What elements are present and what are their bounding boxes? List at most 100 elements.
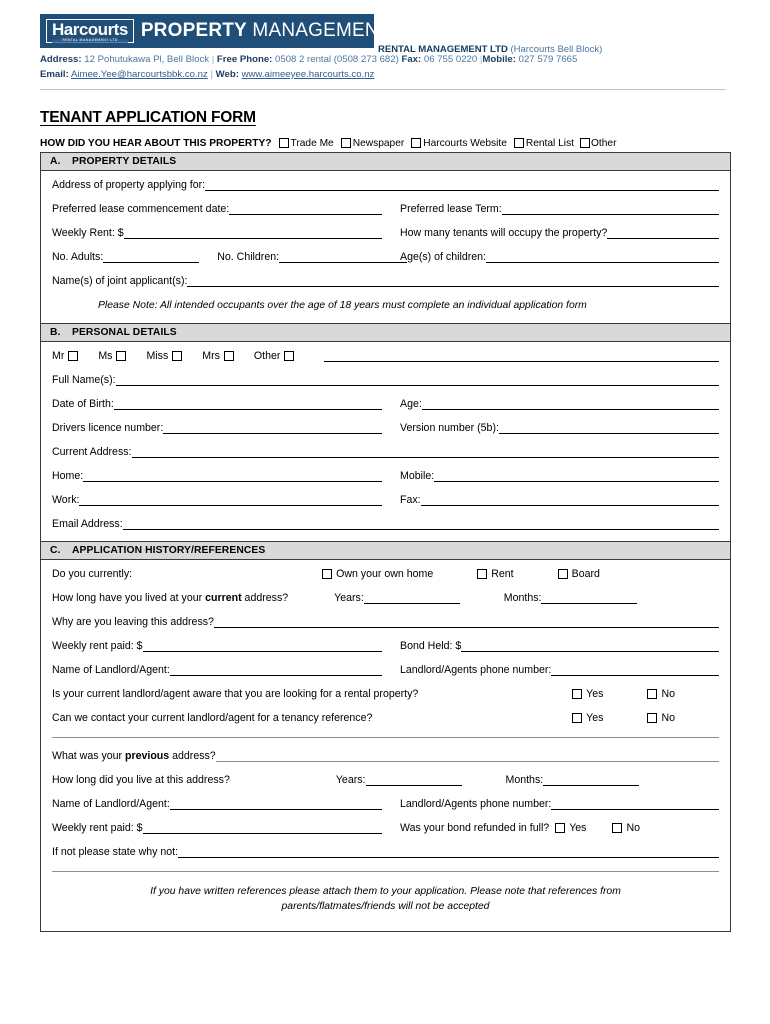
section-title: PROPERTY DETAILS: [72, 155, 177, 167]
hear-option-rental-list[interactable]: Rental List: [507, 138, 574, 149]
bond-refunded-yes[interactable]: Yes: [555, 822, 586, 834]
field-current-address: Current Address:: [52, 446, 719, 458]
landlord-contact-yes[interactable]: Yes: [572, 712, 603, 724]
field-full-name: Full Name(s):: [52, 374, 719, 386]
weekly-rent-paid-previous-input[interactable]: [142, 822, 382, 834]
tenure-rent[interactable]: Rent: [477, 568, 514, 580]
hear-option-label: Trade Me: [290, 137, 334, 149]
checkbox-icon[interactable]: [612, 822, 623, 833]
salutation-miss[interactable]: Miss: [146, 350, 183, 362]
checkbox-icon[interactable]: [68, 350, 79, 361]
checkbox-icon[interactable]: [411, 138, 422, 149]
hear-option-other[interactable]: Other: [574, 138, 616, 149]
field-label: Home:: [52, 469, 84, 482]
row-current-tenure: Do you currently: Own your own home Rent…: [52, 568, 719, 580]
age-input[interactable]: [421, 398, 719, 410]
salutation-label: Mr: [52, 349, 65, 362]
landlord-aware-yes[interactable]: Yes: [572, 688, 603, 700]
checkbox-icon[interactable]: [647, 712, 658, 723]
landlord-aware-no[interactable]: No: [647, 688, 675, 700]
contact-details: Address: 12 Pohutukawa Pl, Bell Block | …: [40, 53, 738, 83]
fax-value: 06 755 0220: [423, 54, 478, 65]
previous-address-input[interactable]: [215, 750, 719, 762]
checkbox-icon[interactable]: [557, 568, 568, 579]
current-address-input[interactable]: [131, 446, 719, 458]
home-phone-input[interactable]: [83, 470, 382, 482]
checkbox-icon[interactable]: [223, 350, 234, 361]
checkbox-icon[interactable]: [580, 138, 590, 149]
section-c-body: Do you currently: Own your own home Rent…: [41, 560, 730, 931]
tenure-own[interactable]: Own your own home: [322, 568, 433, 580]
checkbox-icon[interactable]: [572, 712, 583, 723]
email-link[interactable]: Aimee.Yee@harcourtsbbk.co.nz: [71, 69, 208, 80]
checkbox-icon[interactable]: [116, 350, 127, 361]
bond-held-input[interactable]: [461, 640, 719, 652]
bond-refunded-no[interactable]: No: [612, 822, 640, 834]
hear-option-label: Other: [591, 137, 617, 149]
landlord-phone-current-input[interactable]: [551, 664, 719, 676]
salutation-other-input[interactable]: [324, 350, 719, 362]
children-ages-input[interactable]: [485, 251, 719, 263]
free-phone-value: 0508 2 rental (0508 273 682): [275, 54, 399, 65]
letterhead: Harcourts RENTAL MANAGEMENT LTD PROPERTY…: [0, 0, 770, 90]
row-salutation: Mr Ms Miss Mrs Other: [52, 350, 719, 362]
joint-applicants-input[interactable]: [187, 275, 719, 287]
field-label: Fax:: [400, 493, 421, 506]
tenure-board[interactable]: Board: [557, 568, 600, 580]
salutation-other[interactable]: Other: [254, 350, 295, 362]
field-label: Weekly Rent: $: [52, 226, 124, 239]
checkbox-icon[interactable]: [284, 350, 295, 361]
adults-input[interactable]: [103, 251, 200, 263]
checkbox-icon[interactable]: [477, 568, 488, 579]
mobile-phone-input[interactable]: [434, 470, 719, 482]
checkbox-icon[interactable]: [572, 688, 583, 699]
checkbox-icon[interactable]: [513, 138, 524, 149]
row-rent-tenants: Weekly Rent: $ How many tenants will occ…: [52, 227, 719, 239]
full-name-input[interactable]: [115, 374, 719, 386]
checkbox-icon[interactable]: [278, 138, 289, 149]
children-input[interactable]: [279, 251, 408, 263]
dob-input[interactable]: [113, 398, 382, 410]
hear-option-newspaper[interactable]: Newspaper: [334, 138, 404, 149]
lease-term-input[interactable]: [501, 203, 719, 215]
tenant-count-input[interactable]: [607, 227, 719, 239]
checkbox-icon[interactable]: [172, 350, 183, 361]
option-label: No: [661, 687, 675, 700]
salutation-mrs[interactable]: Mrs: [202, 350, 234, 362]
checkbox-icon[interactable]: [555, 822, 566, 833]
field-label: Weekly rent paid: $: [52, 821, 143, 834]
previous-years-input[interactable]: [365, 774, 462, 786]
email-address-input[interactable]: [122, 518, 719, 530]
version-number-input[interactable]: [498, 422, 719, 434]
lease-commencement-input[interactable]: [229, 203, 382, 215]
salutation-mr[interactable]: Mr: [52, 349, 79, 362]
work-phone-input[interactable]: [79, 494, 382, 506]
hear-option-trade-me[interactable]: Trade Me: [272, 138, 334, 149]
checkbox-icon[interactable]: [647, 688, 658, 699]
landlord-phone-previous-input[interactable]: [551, 798, 719, 810]
checkbox-icon[interactable]: [322, 568, 333, 579]
row-occupants: No. Adults: No. Children: Age(s) of chil…: [52, 251, 719, 263]
hear-option-harcourts-website[interactable]: Harcourts Website: [404, 138, 507, 149]
drivers-licence-input[interactable]: [163, 422, 382, 434]
landlord-name-current-input[interactable]: [169, 664, 382, 676]
weekly-rent-input[interactable]: [123, 227, 382, 239]
why-leaving-input[interactable]: [213, 616, 719, 628]
salutation-label: Mrs: [202, 349, 220, 362]
salutation-ms[interactable]: Ms: [98, 350, 127, 362]
fax-input[interactable]: [420, 494, 719, 506]
weekly-rent-paid-current-input[interactable]: [142, 640, 382, 652]
option-label: Yes: [586, 711, 604, 724]
contact-line-1: Address: 12 Pohutukawa Pl, Bell Block | …: [40, 53, 738, 68]
checkbox-icon[interactable]: [340, 138, 351, 149]
field-label: Age:: [400, 397, 422, 410]
previous-months-input[interactable]: [543, 774, 640, 786]
if-not-why-input[interactable]: [178, 846, 719, 858]
current-months-input[interactable]: [541, 592, 638, 604]
property-address-input[interactable]: [205, 179, 719, 191]
website-link[interactable]: www.aimeeyee.harcourts.co.nz: [242, 69, 375, 80]
landlord-name-previous-input[interactable]: [169, 798, 382, 810]
current-years-input[interactable]: [363, 592, 460, 604]
landlord-contact-no[interactable]: No: [647, 712, 675, 724]
row-how-long-previous: How long did you live at this address? Y…: [52, 774, 719, 786]
